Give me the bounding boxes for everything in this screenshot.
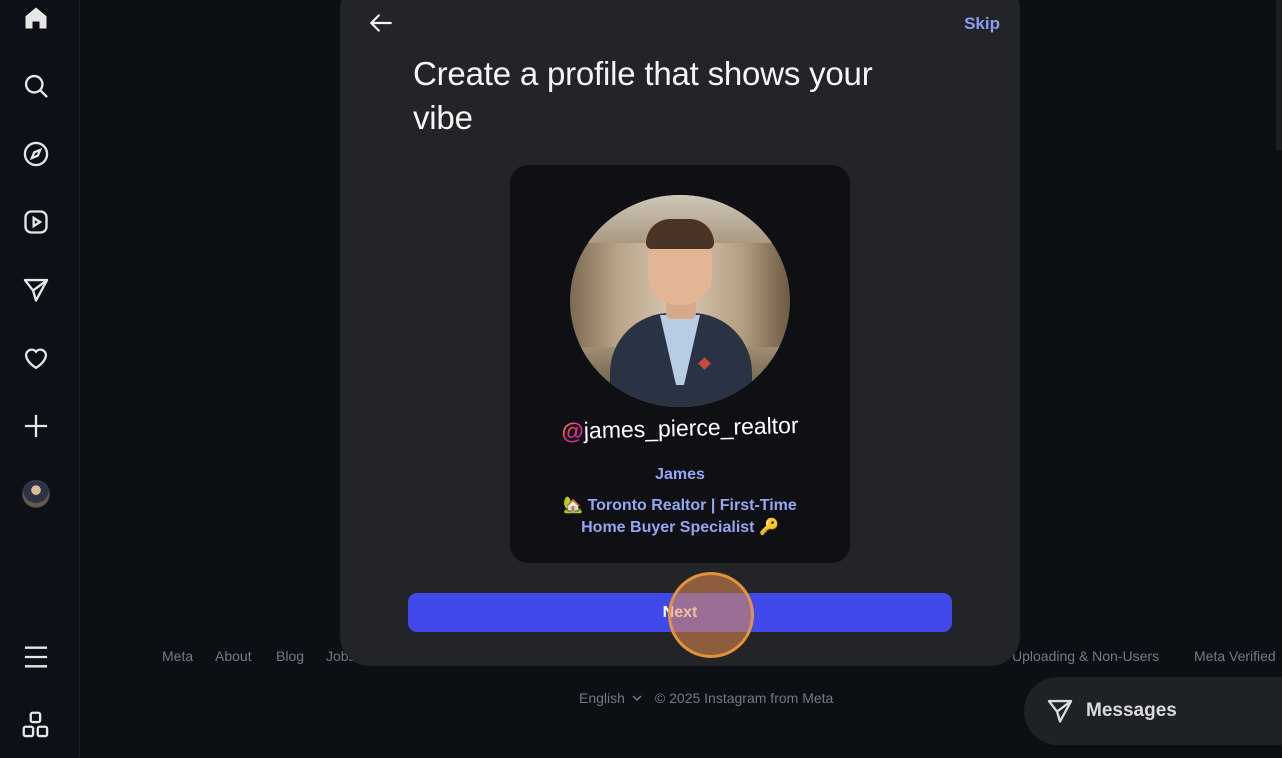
display-name: James [655, 466, 705, 483]
sidebar-nav [0, 0, 80, 758]
nav-messages[interactable] [18, 272, 54, 308]
compass-icon [23, 141, 49, 167]
messages-label: Messages [1086, 700, 1177, 721]
nav-more[interactable] [18, 639, 54, 675]
home-icon [25, 7, 47, 29]
nav-notifications[interactable] [18, 340, 54, 376]
footer-bottom: English © 2025 Instagram from Meta [579, 690, 833, 706]
menu-icon [24, 646, 48, 668]
grid-icon [22, 711, 49, 738]
next-button[interactable]: Next [408, 593, 952, 632]
footer-link-blog[interactable]: Blog [276, 648, 304, 664]
search-icon [24, 74, 48, 98]
profile-setup-modal: Skip Create a profile that shows your vi… [340, 0, 1020, 666]
messages-button[interactable]: Messages [1024, 677, 1282, 745]
profile-preview-card: @james_pierce_realtor James 🏡 Toronto Re… [510, 165, 850, 563]
plus-icon [24, 414, 48, 438]
back-button[interactable] [368, 10, 394, 36]
language-label: English [579, 690, 625, 706]
reels-icon [24, 210, 48, 234]
language-selector[interactable]: English [579, 690, 643, 706]
nav-create[interactable] [18, 408, 54, 444]
nav-profile[interactable] [18, 476, 54, 512]
profile-bio: 🏡 Toronto Realtor | First-Time Home Buye… [550, 495, 810, 539]
nav-reels[interactable] [18, 204, 54, 240]
profile-photo [570, 195, 790, 407]
arrow-left-icon [370, 14, 392, 32]
username-handle: @james_pierce_realtor [510, 411, 850, 447]
bio-line: 🏡 Toronto Realtor | First-Time [563, 497, 797, 514]
footer-link-about[interactable]: About [215, 648, 252, 664]
page-title: Create a profile that shows your vibe [413, 55, 873, 136]
at-symbol: @ [561, 417, 585, 445]
send-icon [1047, 699, 1073, 723]
nav-search[interactable] [18, 68, 54, 104]
footer-link-uploading[interactable]: Uploading & Non-Users [1012, 648, 1159, 664]
nav-explore[interactable] [18, 136, 54, 172]
bio-line: Home Buyer Specialist 🔑 [581, 519, 779, 536]
send-icon [23, 278, 49, 302]
page-scrollbar[interactable] [1276, 0, 1282, 150]
footer-link-meta[interactable]: Meta [162, 648, 193, 664]
avatar [22, 480, 50, 508]
heart-icon [24, 348, 48, 370]
skip-button[interactable]: Skip [964, 14, 1000, 34]
username-text: james_pierce_realtor [583, 411, 799, 444]
copyright: © 2025 Instagram from Meta [654, 690, 834, 706]
footer-link-meta-verified[interactable]: Meta Verified [1194, 648, 1276, 664]
nav-home[interactable] [18, 0, 54, 36]
nav-also-from-meta[interactable] [18, 707, 54, 743]
chevron-down-icon [632, 695, 642, 702]
